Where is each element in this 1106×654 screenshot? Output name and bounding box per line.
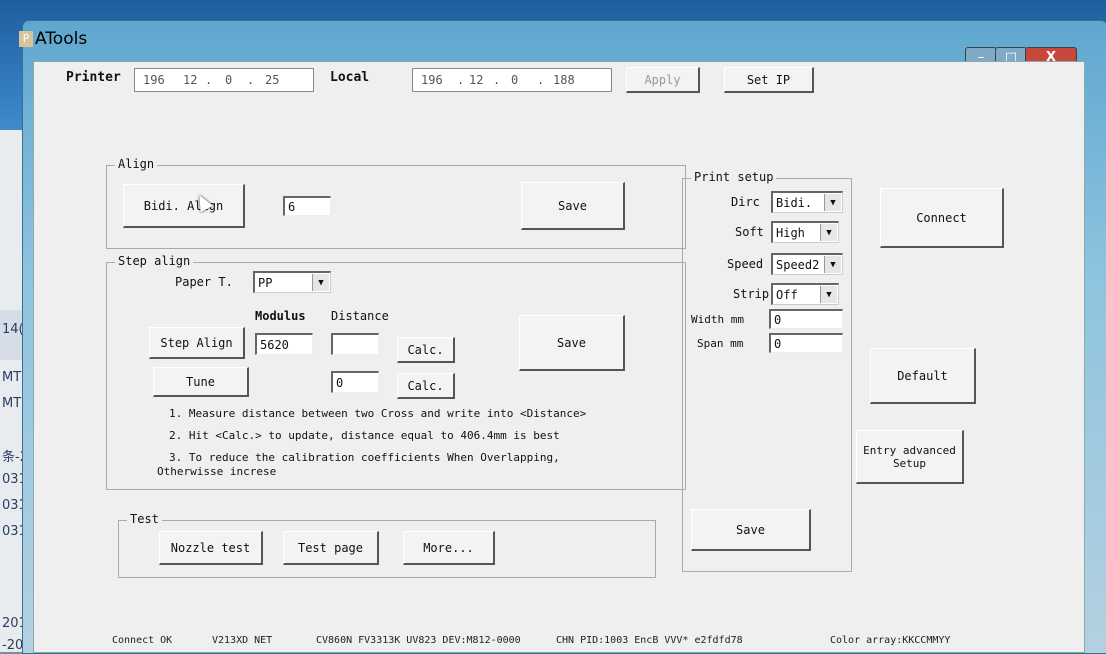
main-panel: Printer 196 12 . 0 . 25 Local 196 . 12 .…: [33, 61, 1085, 653]
status-color-array: Color array:KKCCMMYY: [830, 635, 951, 646]
test-group-label: Test: [127, 512, 162, 526]
distance-field[interactable]: [331, 333, 379, 355]
calc-button-2[interactable]: Calc.: [397, 373, 455, 399]
step-align-group: Step align Paper T. PP ▼ Modulus Distanc…: [106, 254, 686, 490]
set-ip-button[interactable]: Set IP: [724, 67, 814, 93]
ip-octet: 0: [511, 73, 519, 87]
atools-window: P ATools – □ X Printer 196 12 . 0 . 25 L…: [19, 20, 1106, 654]
local-ip-field[interactable]: 196 . 12 . 0 . 188: [412, 68, 612, 92]
ip-octet: 0: [225, 73, 233, 87]
instruction-line: 3. To reduce the calibration coefficient…: [169, 451, 560, 464]
test-group: Test Nozzle test Test page More...: [118, 512, 656, 578]
dirc-label: Dirc: [731, 195, 760, 209]
ip-octet: 188: [553, 73, 575, 87]
ip-octet: 12: [183, 73, 198, 87]
instruction-line: Otherwisse increse: [157, 465, 277, 478]
default-button[interactable]: Default: [870, 348, 976, 404]
more-button[interactable]: More...: [403, 531, 495, 565]
ip-dot: .: [537, 73, 545, 87]
instruction-line: 2. Hit <Calc.> to update, distance equal…: [169, 429, 560, 442]
align-value-field[interactable]: 6: [283, 196, 331, 216]
chevron-down-icon: ▼: [312, 274, 329, 291]
app-icon: P: [19, 31, 33, 47]
entry-advanced-setup-button[interactable]: Entry advanced Setup: [856, 430, 964, 484]
print-setup-save-button[interactable]: Save: [691, 509, 811, 551]
speed-select[interactable]: Speed2 ▼: [771, 253, 843, 275]
ip-octet: 196: [421, 73, 443, 87]
paper-type-value: PP: [258, 275, 273, 290]
modulus-label: Modulus: [255, 309, 306, 323]
connect-button[interactable]: Connect: [880, 188, 1004, 248]
ip-dot: .: [205, 73, 213, 87]
print-setup-group: Print setup Dirc Bidi. ▼ Soft High ▼ Spe…: [682, 170, 852, 572]
soft-label: Soft: [735, 225, 764, 239]
test-page-button[interactable]: Test page: [283, 531, 379, 565]
printer-label: Printer: [66, 70, 121, 85]
align-save-button[interactable]: Save: [521, 182, 625, 230]
status-channel: CHN PID:1003 EncB VVV* e2fdfd78: [556, 635, 743, 646]
print-setup-group-label: Print setup: [691, 170, 777, 184]
speed-value: Speed2: [776, 257, 820, 272]
ip-dot: .: [247, 73, 255, 87]
width-field[interactable]: 0: [769, 309, 843, 329]
soft-value: High: [776, 225, 805, 240]
dirc-value: Bidi.: [776, 195, 813, 210]
ip-octet: 196: [143, 73, 165, 87]
chevron-down-icon: ▼: [824, 256, 841, 273]
chevron-down-icon: ▼: [824, 194, 841, 211]
ip-octet: 12: [469, 73, 484, 87]
window-title: ATools: [35, 29, 88, 49]
align-group: Align Bidi. Align 6 Save: [106, 157, 686, 249]
apply-button[interactable]: Apply: [626, 67, 700, 93]
tune-value-field[interactable]: 0: [331, 371, 379, 393]
ip-dot: .: [493, 73, 501, 87]
paper-type-select[interactable]: PP ▼: [253, 271, 331, 293]
soft-select[interactable]: High ▼: [771, 221, 839, 243]
status-firmware: V213XD NET: [212, 635, 273, 646]
instruction-line: 1. Measure distance between two Cross an…: [169, 407, 587, 420]
step-align-group-label: Step align: [115, 254, 194, 268]
nozzle-test-button[interactable]: Nozzle test: [159, 531, 263, 565]
printer-ip-field[interactable]: 196 12 . 0 . 25: [134, 68, 314, 92]
chevron-down-icon: ▼: [820, 286, 837, 303]
ip-octet: 25: [265, 73, 280, 87]
ip-dot: .: [457, 73, 465, 87]
dirc-select[interactable]: Bidi. ▼: [771, 191, 843, 213]
chevron-down-icon: ▼: [820, 224, 837, 241]
bidi-align-button[interactable]: Bidi. Align: [123, 184, 245, 228]
paper-type-label: Paper T.: [175, 275, 233, 289]
span-label: Span mm: [697, 337, 744, 350]
step-align-save-button[interactable]: Save: [519, 315, 625, 371]
strip-select[interactable]: Off ▼: [771, 283, 839, 305]
distance-label: Distance: [331, 309, 389, 323]
width-label: Width mm: [691, 313, 744, 326]
status-bar: Connect OK V213XD NET CV860N FV3313K UV8…: [34, 630, 1084, 652]
status-versions: CV860N FV3313K UV823 DEV:M812-0000: [316, 635, 521, 646]
local-label: Local: [330, 70, 370, 85]
align-group-label: Align: [115, 157, 158, 171]
calc-button-1[interactable]: Calc.: [397, 337, 455, 363]
status-connect: Connect OK: [112, 635, 173, 646]
modulus-field[interactable]: 5620: [255, 333, 313, 355]
span-field[interactable]: 0: [769, 333, 843, 353]
strip-label: Strip: [733, 287, 770, 301]
tune-button[interactable]: Tune: [153, 367, 249, 397]
step-align-button[interactable]: Step Align: [149, 327, 245, 359]
strip-value: Off: [776, 287, 798, 302]
speed-label: Speed: [727, 257, 764, 271]
